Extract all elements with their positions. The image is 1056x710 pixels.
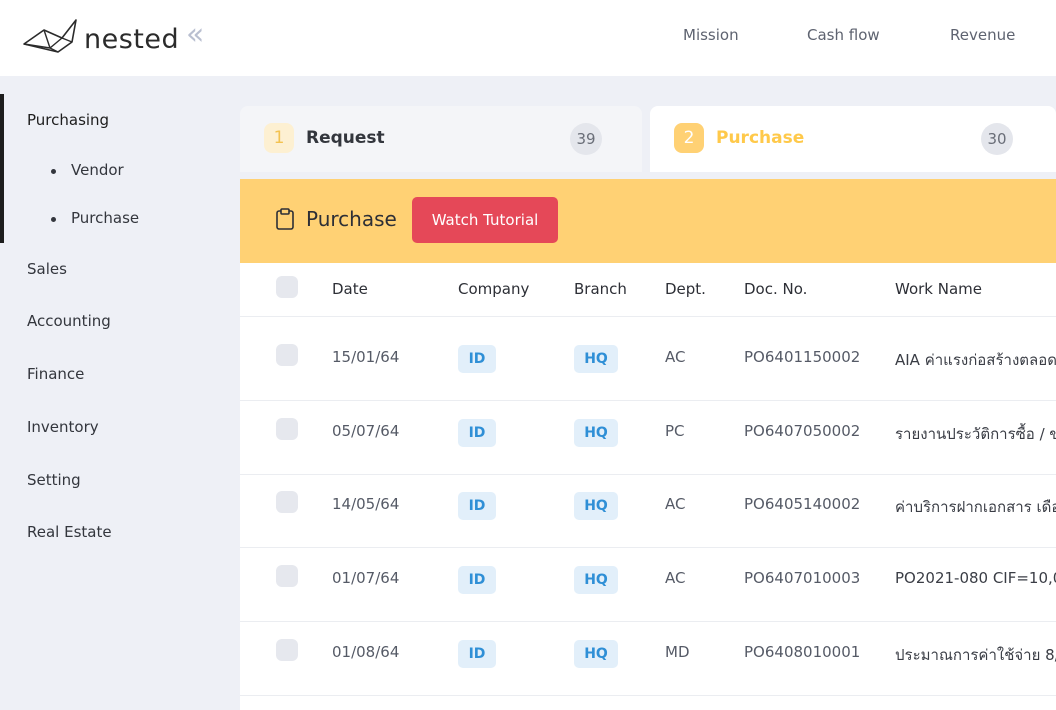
bullet xyxy=(51,169,56,174)
panel-title: Purchase xyxy=(306,207,397,231)
sidebar-item-accounting[interactable]: Accounting xyxy=(27,312,111,330)
sidebar-item-real-estate[interactable]: Real Estate xyxy=(27,523,112,541)
column-header-dept[interactable]: Dept. xyxy=(665,280,706,298)
cell-date: 01/08/64 xyxy=(332,643,400,661)
watch-tutorial-button[interactable]: Watch Tutorial xyxy=(412,197,558,243)
purchase-table: Date Company Branch Dept. Doc. No. Work … xyxy=(240,263,1056,710)
tab-request[interactable]: 1 Request 39 xyxy=(240,106,642,172)
row-checkbox[interactable] xyxy=(276,418,298,440)
tab-step-number: 1 xyxy=(264,123,294,153)
company-badge: ID xyxy=(458,419,496,447)
sidebar: Purchasing Vendor Purchase Sales Account… xyxy=(0,76,240,710)
origami-bird-icon xyxy=(23,19,77,53)
company-badge: ID xyxy=(458,492,496,520)
column-header-work-name[interactable]: Work Name xyxy=(895,280,982,298)
row-checkbox[interactable] xyxy=(276,344,298,366)
branch-badge: HQ xyxy=(574,492,618,520)
sidebar-item-finance[interactable]: Finance xyxy=(27,365,84,383)
table-row[interactable]: 15/01/64 ID HQ AC PO6401150002 AIA ค่าแรงก่อส… xyxy=(240,327,1056,401)
company-badge: ID xyxy=(458,640,496,668)
row-checkbox[interactable] xyxy=(276,565,298,587)
column-header-branch[interactable]: Branch xyxy=(574,280,627,298)
active-indicator xyxy=(0,94,4,243)
panel-header: Purchase Watch Tutorial xyxy=(240,179,1056,263)
tab-purchase[interactable]: 2 Purchase 30 xyxy=(650,106,1056,172)
cell-dept: AC xyxy=(665,495,686,513)
sidebar-subitem-label: Purchase xyxy=(71,209,140,227)
cell-dept: PC xyxy=(665,422,685,440)
branch-badge: HQ xyxy=(574,566,618,594)
tab-label: Purchase xyxy=(716,128,805,148)
table-row[interactable]: 05/07/64 ID HQ PC PO6407050002 รายงานประวัติก… xyxy=(240,401,1056,475)
sidebar-subitem-label: Vendor xyxy=(71,161,124,179)
clipboard-icon xyxy=(276,208,294,230)
nav-revenue[interactable]: Revenue xyxy=(950,26,1015,44)
tab-count-badge: 39 xyxy=(570,123,602,155)
cell-doc-no[interactable]: PO6401150002 xyxy=(744,348,860,366)
column-header-company[interactable]: Company xyxy=(458,280,529,298)
row-checkbox[interactable] xyxy=(276,639,298,661)
cell-work-name: รายงานประวัติการซื้อ / ข xyxy=(895,425,1056,443)
cell-doc-no[interactable]: PO6407010003 xyxy=(744,569,860,587)
logo[interactable]: nested xyxy=(22,16,182,58)
tab-step-number: 2 xyxy=(674,123,704,153)
cell-work-name: AIA ค่าแรงก่อสร้างตลอด xyxy=(895,351,1056,369)
cell-dept: AC xyxy=(665,569,686,587)
branch-badge: HQ xyxy=(574,419,618,447)
sidebar-item-sales[interactable]: Sales xyxy=(27,260,67,278)
sidebar-item-inventory[interactable]: Inventory xyxy=(27,418,99,436)
cell-date: 05/07/64 xyxy=(332,422,400,440)
cell-doc-no[interactable]: PO6405140002 xyxy=(744,495,860,513)
sidebar-item-setting[interactable]: Setting xyxy=(27,471,81,489)
table-row[interactable]: 01/08/64 ID HQ MD PO6408010001 ประมาณการค่าใช… xyxy=(240,622,1056,696)
bullet xyxy=(51,217,56,222)
column-header-date[interactable]: Date xyxy=(332,280,368,298)
cell-doc-no[interactable]: PO6407050002 xyxy=(744,422,860,440)
branch-badge: HQ xyxy=(574,345,618,373)
top-bar: nested « Mission Cash flow Revenue xyxy=(0,0,1056,76)
table-row[interactable]: 14/05/64 ID HQ AC PO6405140002 ค่าบริการฝากเอ… xyxy=(240,474,1056,548)
nav-cash-flow[interactable]: Cash flow xyxy=(807,26,880,44)
cell-dept: AC xyxy=(665,348,686,366)
table-header: Date Company Branch Dept. Doc. No. Work … xyxy=(240,263,1056,317)
cell-doc-no[interactable]: PO6408010001 xyxy=(744,643,860,661)
cell-work-name: ค่าบริการฝากเอกสาร เดือ xyxy=(895,498,1056,516)
table-row[interactable]: 01/07/64 ID HQ AC PO6407010003 PO2021-080 CIF… xyxy=(240,548,1056,622)
row-checkbox[interactable] xyxy=(276,491,298,513)
cell-date: 14/05/64 xyxy=(332,495,400,513)
logo-text: nested xyxy=(84,24,180,55)
cell-work-name: PO2021-080 CIF=10,0 xyxy=(895,569,1056,587)
collapse-sidebar-icon[interactable]: « xyxy=(186,20,204,50)
company-badge: ID xyxy=(458,345,496,373)
nav-mission[interactable]: Mission xyxy=(683,26,739,44)
cell-date: 01/07/64 xyxy=(332,569,400,587)
cell-date: 15/01/64 xyxy=(332,348,400,366)
sidebar-item-purchasing[interactable]: Purchasing xyxy=(27,111,109,129)
cell-dept: MD xyxy=(665,643,690,661)
company-badge: ID xyxy=(458,566,496,594)
tab-count-badge: 30 xyxy=(981,123,1013,155)
cell-work-name: ประมาณการค่าใช้จ่าย 8/2 xyxy=(895,646,1056,664)
select-all-checkbox[interactable] xyxy=(276,276,298,298)
column-header-doc-no[interactable]: Doc. No. xyxy=(744,280,807,298)
tab-label: Request xyxy=(306,128,385,148)
branch-badge: HQ xyxy=(574,640,618,668)
